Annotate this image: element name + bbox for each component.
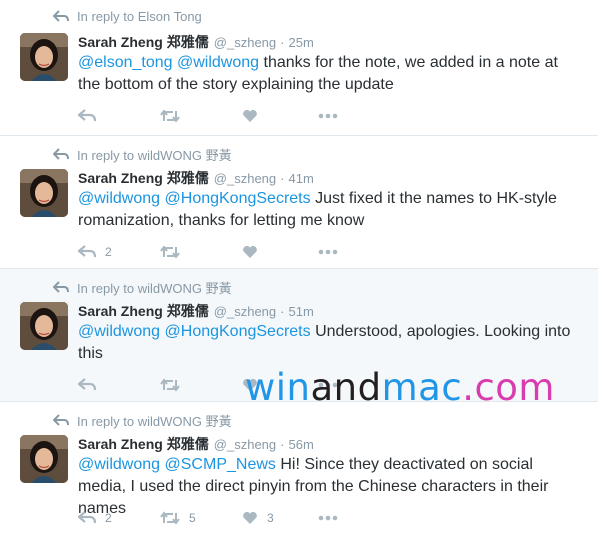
retweet-button[interactable] (160, 106, 189, 126)
tweet-item[interactable]: In reply to wildWONG 野黃 Sarah Zheng 郑雅儒 … (0, 136, 598, 269)
mention-link[interactable]: @wildwong (78, 456, 160, 473)
tweet-header: Sarah Zheng 郑雅儒 @_szheng · 56m (78, 434, 314, 454)
reply-context[interactable]: In reply to Elson Tong (53, 9, 202, 24)
like-button[interactable] (242, 106, 267, 126)
reply-context-label: In reply to Elson Tong (77, 9, 202, 24)
mention-link[interactable]: @wildwong (78, 323, 160, 340)
author-name[interactable]: Sarah Zheng (78, 436, 163, 452)
avatar-image (20, 435, 68, 483)
reply-icon (78, 245, 96, 258)
author-name-cjk[interactable]: 郑雅儒 (167, 168, 209, 188)
mention-link[interactable]: @wildwong (78, 190, 160, 207)
mention-link[interactable]: @HongKongSecrets (165, 190, 311, 207)
tweet-text: @elson_tong @wildwong thanks for the not… (78, 52, 583, 96)
separator: · (280, 35, 285, 50)
separator: · (280, 171, 285, 186)
avatar[interactable] (20, 302, 68, 350)
retweet-button[interactable] (160, 242, 189, 262)
reply-context[interactable]: In reply to wildWONG 野黃 (53, 411, 232, 430)
like-button[interactable] (242, 242, 267, 262)
reply-arrow-icon (53, 148, 69, 160)
like-count: 3 (267, 511, 274, 525)
tweet-header: Sarah Zheng 郑雅儒 @_szheng · 41m (78, 168, 314, 188)
timestamp[interactable]: 41m (289, 171, 314, 186)
reply-context-label: In reply to wildWONG 野黃 (77, 414, 232, 429)
more-dots-icon (318, 515, 338, 521)
reply-arrow-icon (53, 10, 69, 22)
tweet-timeline: In reply to Elson Tong Sarah Zheng 郑雅儒 @… (0, 0, 598, 536)
watermark-part: and (310, 366, 382, 409)
tweet-item[interactable]: In reply to Elson Tong Sarah Zheng 郑雅儒 @… (0, 0, 598, 136)
separator: · (280, 304, 285, 319)
reply-button[interactable]: 2 (78, 242, 112, 262)
reply-icon (78, 378, 96, 391)
avatar-image (20, 33, 68, 81)
reply-icon (78, 511, 96, 524)
reply-context[interactable]: In reply to wildWONG 野黃 (53, 145, 232, 164)
reply-context[interactable]: In reply to wildWONG 野黃 (53, 278, 232, 297)
author-name-cjk[interactable]: 郑雅儒 (167, 301, 209, 321)
reply-button[interactable] (78, 375, 105, 395)
retweet-icon (160, 109, 180, 123)
reply-button[interactable] (78, 106, 105, 126)
author-name-cjk[interactable]: 郑雅儒 (167, 434, 209, 454)
reply-context-label: In reply to wildWONG 野黃 (77, 148, 232, 163)
avatar[interactable] (20, 169, 68, 217)
more-button[interactable] (318, 508, 338, 528)
retweet-count: 5 (189, 511, 196, 525)
tweet-header: Sarah Zheng 郑雅儒 @_szheng · 51m (78, 301, 314, 321)
tweet-header: Sarah Zheng 郑雅儒 @_szheng · 25m (78, 32, 314, 52)
mention-link[interactable]: @SCMP_News (165, 456, 276, 473)
more-button[interactable] (318, 106, 338, 126)
mention-link[interactable]: @wildwong (177, 54, 259, 71)
more-dots-icon (318, 113, 338, 119)
tweet-actions: 2 5 3 (78, 508, 378, 528)
retweet-icon (160, 378, 180, 392)
author-name[interactable]: Sarah Zheng (78, 34, 163, 50)
reply-button[interactable]: 2 (78, 508, 112, 528)
tweet-actions (78, 106, 378, 126)
reply-arrow-icon (53, 281, 69, 293)
author-handle[interactable]: @_szheng (214, 171, 276, 186)
author-handle[interactable]: @_szheng (214, 35, 276, 50)
mention-link[interactable]: @HongKongSecrets (165, 323, 311, 340)
author-name-cjk[interactable]: 郑雅儒 (167, 32, 209, 52)
author-name[interactable]: Sarah Zheng (78, 303, 163, 319)
timestamp[interactable]: 51m (289, 304, 314, 319)
watermark-part: mac (381, 366, 463, 409)
avatar[interactable] (20, 435, 68, 483)
author-handle[interactable]: @_szheng (214, 304, 276, 319)
retweet-button[interactable] (160, 375, 189, 395)
avatar-image (20, 169, 68, 217)
heart-icon (243, 511, 257, 524)
avatar[interactable] (20, 33, 68, 81)
separator: · (280, 437, 285, 452)
tweet-actions: 2 (78, 242, 378, 262)
heart-icon (243, 109, 257, 122)
reply-count: 2 (105, 245, 112, 259)
timestamp[interactable]: 25m (289, 35, 314, 50)
reply-arrow-icon (53, 414, 69, 426)
author-name[interactable]: Sarah Zheng (78, 170, 163, 186)
avatar-image (20, 302, 68, 350)
retweet-icon (160, 511, 180, 525)
tweet-text: @wildwong @HongKongSecrets Understood, a… (78, 321, 583, 365)
retweet-icon (160, 245, 180, 259)
timestamp[interactable]: 56m (289, 437, 314, 452)
site-watermark: winandmac.com (245, 366, 555, 409)
reply-count: 2 (105, 511, 112, 525)
watermark-part: win (245, 366, 311, 409)
retweet-button[interactable]: 5 (160, 508, 196, 528)
mention-link[interactable]: @elson_tong (78, 54, 173, 71)
like-button[interactable]: 3 (242, 508, 274, 528)
tweet-item[interactable]: In reply to wildWONG 野黃 Sarah Zheng 郑雅儒 … (0, 402, 598, 536)
more-dots-icon (318, 249, 338, 255)
watermark-part: .com (462, 366, 555, 409)
more-button[interactable] (318, 242, 338, 262)
reply-icon (78, 109, 96, 122)
reply-context-label: In reply to wildWONG 野黃 (77, 281, 232, 296)
author-handle[interactable]: @_szheng (214, 437, 276, 452)
tweet-text: @wildwong @HongKongSecrets Just fixed it… (78, 188, 583, 232)
heart-icon (243, 245, 257, 258)
